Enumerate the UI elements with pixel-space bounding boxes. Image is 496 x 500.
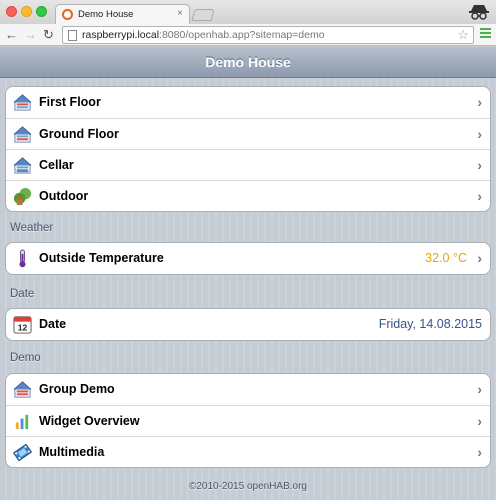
chevron-right-icon: › bbox=[477, 250, 482, 266]
list-item-label: Date bbox=[39, 317, 67, 331]
tab-close-icon[interactable]: × bbox=[177, 8, 183, 19]
browser-menu-icon[interactable] bbox=[480, 28, 491, 41]
list-item-label: First Floor bbox=[39, 95, 101, 109]
house-icon bbox=[13, 157, 32, 174]
new-tab-button[interactable] bbox=[191, 9, 215, 21]
list-item-group-demo[interactable]: Group Demo › bbox=[6, 374, 490, 405]
url-host: raspberrypi.local bbox=[82, 29, 160, 41]
section-title-demo: Demo bbox=[10, 352, 41, 364]
calendar-day: 12 bbox=[18, 323, 28, 333]
reload-button[interactable]: ↻ bbox=[43, 27, 54, 42]
weather-group: Outside Temperature 32.0 °C › bbox=[5, 242, 491, 275]
list-item-ground-floor[interactable]: Ground Floor › bbox=[6, 118, 490, 149]
page-title: Demo House bbox=[205, 54, 291, 70]
list-item-label: Outdoor bbox=[39, 189, 89, 203]
list-item-label: Multimedia bbox=[39, 445, 105, 459]
address-bar[interactable]: raspberrypi.local:8080/openhab.app?sitem… bbox=[62, 26, 474, 44]
page-header: Demo House bbox=[0, 47, 496, 78]
garden-icon bbox=[13, 187, 32, 206]
chevron-right-icon: › bbox=[477, 94, 482, 110]
tab-title: Demo House bbox=[78, 9, 134, 20]
chevron-right-icon: › bbox=[477, 381, 482, 397]
date-group: 12 Date Friday, 14.08.2015 bbox=[5, 308, 491, 341]
section-title-date: Date bbox=[10, 288, 35, 300]
minimize-window-button[interactable] bbox=[21, 6, 32, 17]
chevron-right-icon: › bbox=[477, 157, 482, 173]
openhab-favicon-icon bbox=[62, 9, 73, 20]
list-item-outside-temperature[interactable]: Outside Temperature 32.0 °C › bbox=[6, 243, 490, 274]
chevron-right-icon: › bbox=[477, 444, 482, 460]
list-item-label: Group Demo bbox=[39, 382, 115, 396]
zoom-window-button[interactable] bbox=[36, 6, 47, 17]
browser-toolbar: ← → ↻ raspberrypi.local:8080/openhab.app… bbox=[0, 24, 496, 46]
list-item-widget-overview[interactable]: Widget Overview › bbox=[6, 405, 490, 436]
temperature-value: 32.0 °C bbox=[425, 251, 467, 265]
chevron-right-icon: › bbox=[477, 188, 482, 204]
chart-icon bbox=[15, 414, 29, 430]
bookmark-star-icon[interactable]: ☆ bbox=[457, 27, 469, 43]
page-icon bbox=[68, 30, 77, 41]
house-icon bbox=[13, 94, 32, 111]
list-item-date: 12 Date Friday, 14.08.2015 bbox=[6, 309, 490, 340]
list-item-cellar[interactable]: Cellar › bbox=[6, 149, 490, 180]
list-item-label: Widget Overview bbox=[39, 414, 140, 428]
house-icon bbox=[13, 126, 32, 143]
list-item-first-floor[interactable]: First Floor › bbox=[6, 87, 490, 118]
calendar-icon: 12 bbox=[13, 316, 32, 334]
film-icon bbox=[13, 443, 32, 462]
demo-group: Group Demo › Widget Overview › Multimedi… bbox=[5, 373, 491, 468]
list-item-label: Outside Temperature bbox=[39, 251, 164, 265]
list-item-outdoor[interactable]: Outdoor › bbox=[6, 180, 490, 211]
back-button[interactable]: ← bbox=[5, 27, 18, 42]
chevron-right-icon: › bbox=[477, 413, 482, 429]
date-value: Friday, 14.08.2015 bbox=[378, 317, 482, 331]
chevron-right-icon: › bbox=[477, 126, 482, 142]
browser-tab[interactable]: Demo House × bbox=[55, 4, 190, 24]
list-item-multimedia[interactable]: Multimedia › bbox=[6, 436, 490, 467]
url-text[interactable]: raspberrypi.local:8080/openhab.app?sitem… bbox=[82, 29, 325, 41]
main-group: First Floor › Ground Floor › Cellar › Ou… bbox=[5, 86, 491, 212]
house-icon bbox=[13, 381, 32, 398]
footer-copyright: ©2010-2015 openHAB.org bbox=[188, 481, 307, 492]
thermometer-icon bbox=[19, 249, 26, 268]
list-item-label: Cellar bbox=[39, 158, 74, 172]
incognito-avatar-icon[interactable] bbox=[468, 1, 490, 23]
browser-tab-bar: Demo House × bbox=[0, 0, 496, 24]
url-path: :8080/openhab.app?sitemap=demo bbox=[159, 29, 325, 41]
section-title-weather: Weather bbox=[10, 222, 54, 234]
list-item-label: Ground Floor bbox=[39, 127, 119, 141]
close-window-button[interactable] bbox=[6, 6, 17, 17]
forward-button[interactable]: → bbox=[24, 27, 37, 42]
